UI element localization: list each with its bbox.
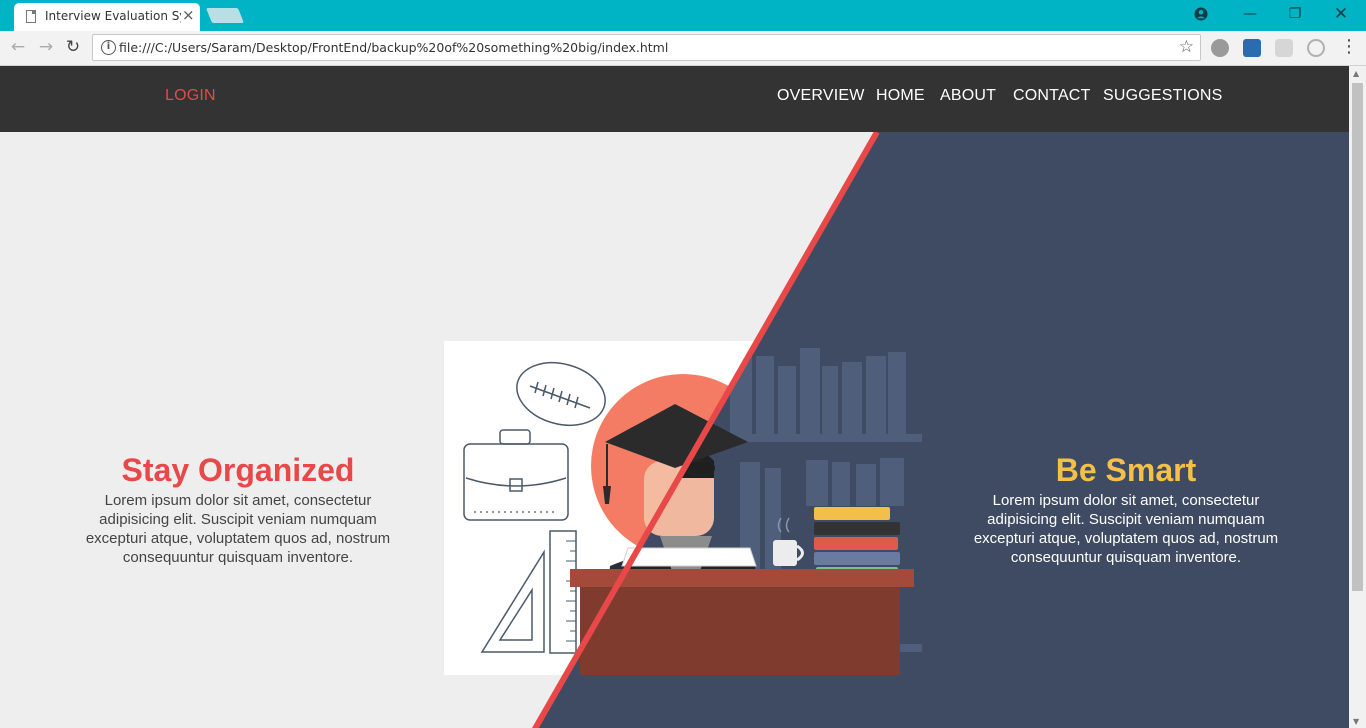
browser-toolbar: ← → ↻ i file:///C:/Users/Saram/Desktop/F…: [0, 31, 1366, 66]
address-bar[interactable]: i file:///C:/Users/Saram/Desktop/FrontEn…: [92, 34, 1201, 61]
url-text[interactable]: file:///C:/Users/Saram/Desktop/FrontEnd/…: [119, 40, 668, 55]
extension-icon[interactable]: [1211, 39, 1229, 57]
site-navbar: LOGIN OVERVIEW HOME ABOUT CONTACT SUGGES…: [0, 66, 1349, 132]
browser-menu-icon[interactable]: ⋮: [1340, 36, 1358, 58]
new-tab-button[interactable]: [205, 8, 245, 23]
forward-icon[interactable]: →: [36, 36, 56, 58]
nav-suggestions[interactable]: SUGGESTIONS: [1103, 87, 1223, 105]
nav-contact[interactable]: CONTACT: [1013, 87, 1091, 105]
minimize-icon[interactable]: —: [1239, 5, 1261, 23]
back-icon[interactable]: ←: [8, 36, 28, 58]
scroll-up-arrow-icon[interactable]: ▲: [1353, 69, 1359, 78]
extension-icon[interactable]: [1275, 39, 1293, 57]
browser-tab-strip: Interview Evaluation System × — ❐ ✕: [0, 0, 1366, 31]
login-link[interactable]: LOGIN: [165, 87, 216, 105]
scroll-thumb[interactable]: [1352, 83, 1363, 591]
hero-background: [0, 130, 1349, 728]
reload-icon[interactable]: ↻: [63, 36, 83, 58]
restore-icon[interactable]: ❐: [1284, 5, 1306, 23]
left-panel-text: Lorem ipsum dolor sit amet, consectetur …: [85, 492, 391, 566]
extension-icon[interactable]: [1243, 39, 1261, 57]
profile-icon[interactable]: [1190, 7, 1212, 21]
right-panel-text: Lorem ipsum dolor sit amet, consectetur …: [973, 492, 1279, 566]
nav-home[interactable]: HOME: [876, 87, 925, 105]
tab-title: Interview Evaluation System: [45, 9, 181, 23]
vertical-scrollbar[interactable]: ▲ ▼: [1349, 66, 1366, 728]
nav-about[interactable]: ABOUT: [940, 87, 996, 105]
bookmark-star-icon[interactable]: ☆: [1179, 37, 1194, 57]
browser-tab[interactable]: Interview Evaluation System ×: [14, 3, 200, 31]
info-icon[interactable]: i: [101, 40, 116, 55]
be-smart-heading: Be Smart: [1055, 452, 1197, 488]
page-viewport: LOGIN OVERVIEW HOME ABOUT CONTACT SUGGES…: [0, 66, 1349, 728]
scroll-down-arrow-icon[interactable]: ▼: [1353, 717, 1359, 726]
page-icon: [26, 10, 36, 23]
tab-close-icon[interactable]: ×: [182, 7, 195, 24]
stay-organized-heading: Stay Organized: [121, 452, 355, 488]
nav-overview[interactable]: OVERVIEW: [777, 87, 865, 105]
close-icon[interactable]: ✕: [1330, 5, 1352, 23]
extension-icon[interactable]: [1307, 39, 1325, 57]
